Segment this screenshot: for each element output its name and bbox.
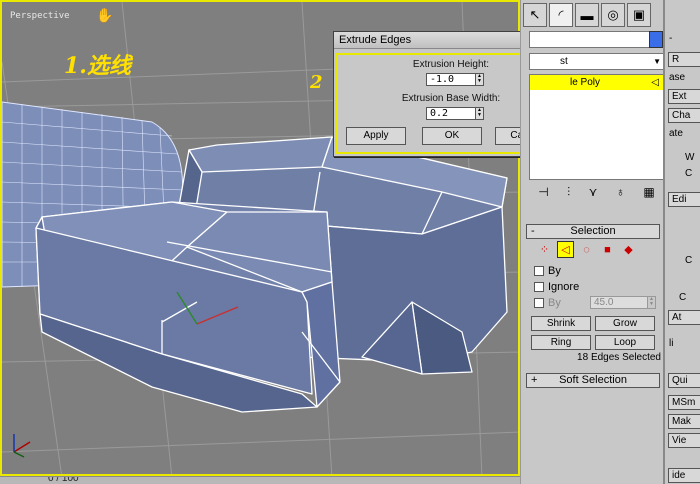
ignore-backfacing-checkbox[interactable]: Ignore: [534, 281, 579, 293]
spinner-arrows-icon[interactable]: ▲ ▼: [476, 107, 484, 120]
spinner-arrows-icon[interactable]: ▲ ▼: [648, 296, 656, 309]
display-tab-icon[interactable]: ▣: [627, 3, 651, 27]
spinner-arrows-icon[interactable]: ▲ ▼: [476, 73, 484, 86]
strip-label: C: [685, 255, 693, 266]
show-end-result-icon[interactable]: ⫶: [567, 185, 570, 200]
strip-button-hide[interactable]: ide: [668, 468, 700, 483]
dialog-title: Extrude Edges: [339, 34, 412, 46]
extrusion-base-width-spinner[interactable]: 0.2 ▲ ▼: [426, 107, 484, 120]
time-readout: 0 / 100: [48, 476, 79, 484]
by-vertex-checkbox[interactable]: By: [534, 265, 561, 277]
viewport-label[interactable]: Perspective: [10, 11, 70, 21]
time-slider[interactable]: 0 / 100: [0, 476, 520, 484]
strip-button-quick[interactable]: Qui: [668, 373, 700, 388]
motion-tab-icon[interactable]: ◎: [601, 3, 625, 27]
strip-button-chamfer[interactable]: Cha: [668, 108, 700, 123]
strip-button-extrude[interactable]: Ext: [668, 89, 700, 104]
edge-subobject-icon: ◁: [651, 77, 659, 88]
pan-hand-icon: ✋: [96, 7, 114, 23]
strip-label: C: [679, 292, 687, 303]
strip-label: ase: [669, 72, 686, 83]
selection-status: 18 Edges Selected: [577, 352, 661, 363]
second-command-column: - R ase Ext Cha ate W C Edi C C At li Qu…: [663, 0, 700, 484]
strip-button-make[interactable]: Mak: [668, 414, 700, 429]
modifier-list-dropdown[interactable]: st ▼: [529, 53, 664, 70]
make-unique-icon[interactable]: ⋎: [589, 185, 598, 200]
vertex-icon[interactable]: ⁘: [536, 241, 553, 258]
by-angle-checkbox[interactable]: By: [534, 297, 561, 309]
rollout-minus: -: [669, 33, 673, 44]
chevron-down-icon: ▼: [653, 57, 661, 66]
strip-label: li: [669, 338, 674, 349]
border-icon[interactable]: ◌: [578, 241, 595, 258]
extrusion-base-width-input[interactable]: 0.2: [426, 107, 476, 120]
object-color-swatch[interactable]: [649, 31, 663, 48]
strip-label: C: [685, 168, 693, 179]
extrusion-height-spinner[interactable]: -1.0 ▲ ▼: [426, 73, 484, 86]
stack-toolbar: ⊣ ⫶ ⋎ ♁ ▦: [529, 185, 664, 200]
strip-label: ate: [669, 128, 683, 139]
configure-sets-icon[interactable]: ▦: [643, 185, 654, 200]
create-tab-icon[interactable]: ↖: [523, 3, 547, 27]
pin-stack-icon[interactable]: ⊣: [538, 185, 548, 200]
ring-button[interactable]: Ring: [531, 335, 591, 350]
shrink-button[interactable]: Shrink: [531, 316, 591, 331]
command-panel: ↖ ◜ ▬ ◎ ▣ st ▼ le Poly ◁ ⊣ ⫶ ⋎ ♁ ▦ - Sel…: [520, 0, 664, 484]
edge-icon[interactable]: ◁: [557, 241, 574, 258]
strip-button-msmooth[interactable]: MSm: [668, 395, 700, 410]
strip-button-r[interactable]: R: [668, 52, 700, 67]
hierarchy-tab-icon[interactable]: ▬: [575, 3, 599, 27]
modifier-stack[interactable]: le Poly ◁: [529, 74, 664, 180]
element-icon[interactable]: ◆: [620, 241, 637, 258]
subobject-level-icons: ⁘ ◁ ◌ ■ ◆: [536, 241, 637, 258]
strip-button-edit[interactable]: Edi: [668, 192, 700, 207]
grow-button[interactable]: Grow: [595, 316, 655, 331]
object-name-input[interactable]: [529, 31, 664, 48]
command-panel-tabs: ↖ ◜ ▬ ◎ ▣: [523, 3, 651, 27]
extrusion-height-input[interactable]: -1.0: [426, 73, 476, 86]
strip-button-view[interactable]: Vie: [668, 433, 700, 448]
apply-button[interactable]: Apply: [346, 127, 406, 145]
selection-rollout-header[interactable]: - Selection: [526, 224, 660, 239]
stack-item-editable-poly[interactable]: le Poly ◁: [530, 75, 663, 90]
angle-spinner[interactable]: 45.0 ▲ ▼: [590, 296, 656, 309]
strip-button-at[interactable]: At: [668, 310, 700, 325]
annotation-step-2: 2: [310, 72, 323, 93]
angle-input[interactable]: 45.0: [590, 296, 648, 309]
soft-selection-rollout-header[interactable]: + Soft Selection: [526, 373, 660, 388]
remove-modifier-icon[interactable]: ♁: [616, 185, 625, 200]
loop-button[interactable]: Loop: [595, 335, 655, 350]
polygon-icon[interactable]: ■: [599, 241, 616, 258]
annotation-select-edges: 1.选线: [64, 53, 131, 79]
modify-tab-icon[interactable]: ◜: [549, 3, 573, 27]
strip-label: W: [685, 152, 695, 163]
ok-button[interactable]: OK: [422, 127, 482, 145]
